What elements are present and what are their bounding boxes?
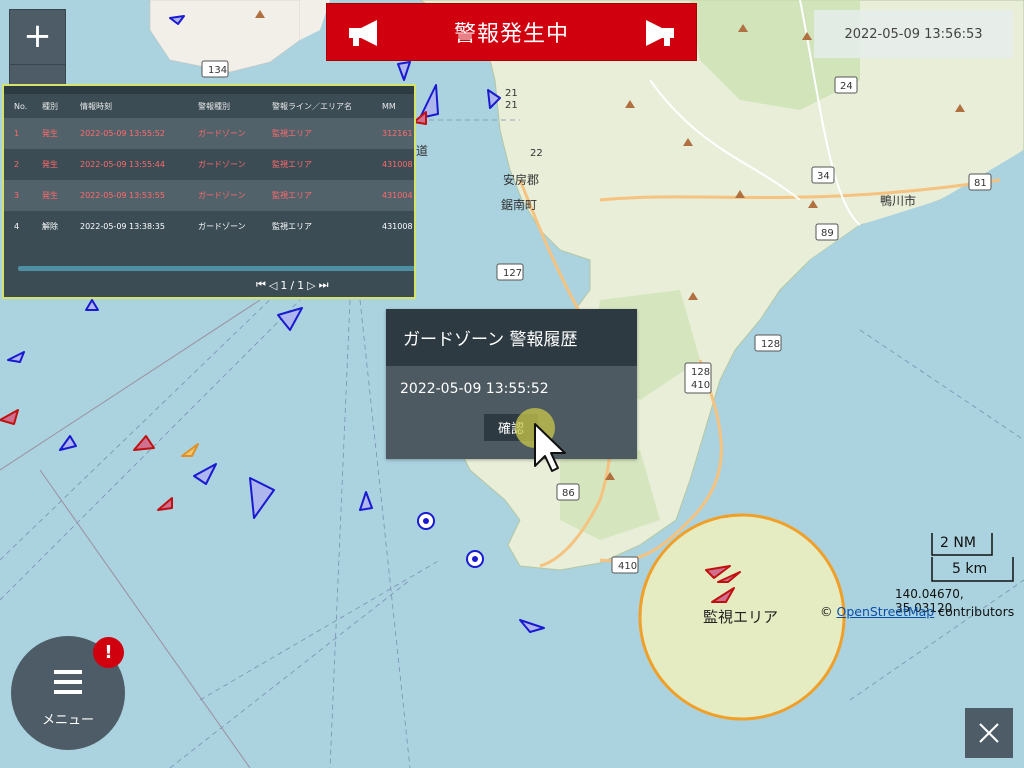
- hamburger-icon: [54, 670, 82, 700]
- road-21a-label: 21: [505, 88, 518, 99]
- megaphone-icon: [646, 20, 674, 46]
- cell-alarm: ガードゾーン: [188, 149, 262, 180]
- menu-alert-badge: !: [93, 637, 124, 668]
- cell-alarm: ガードゾーン: [188, 211, 262, 242]
- scale-km-label: 5 km: [952, 561, 988, 577]
- zoom-in-button[interactable]: +: [9, 9, 66, 66]
- next-page-icon[interactable]: ▷: [307, 279, 315, 292]
- scale-nm-label: 2 NM: [940, 535, 976, 551]
- road-410b-label: 410: [618, 561, 637, 572]
- menu-label: メニュー: [41, 713, 94, 728]
- table-pager: ⏮ ◁ 1 / 1 ▷ ⏭: [256, 278, 328, 292]
- alert-banner: 警報発生中: [327, 4, 696, 60]
- popup-time: 2022-05-09 13:55:52: [400, 381, 549, 397]
- column-header-area[interactable]: 警報ライン／エリア名: [262, 94, 372, 118]
- guard-zone-label: 監視エリア: [703, 608, 779, 626]
- alarm-history-table: No. 種別 情報時刻 警報種別 警報ライン／エリア名 MM 1 発生 2022…: [4, 94, 414, 242]
- road-name-label: 道: [416, 144, 428, 158]
- cell-no: 2: [4, 149, 32, 180]
- alarm-history-panel: No. 種別 情報時刻 警報種別 警報ライン／エリア名 MM 1 発生 2022…: [2, 84, 416, 299]
- cell-time: 2022-05-09 13:55:44: [70, 149, 188, 180]
- town-label-awa: 安房郡: [503, 172, 539, 187]
- road-86-label: 86: [562, 488, 575, 499]
- cell-area: 監視エリア: [262, 118, 372, 149]
- cell-area: 監視エリア: [262, 149, 372, 180]
- current-datetime: 2022-05-09 13:56:53: [814, 10, 1013, 58]
- first-page-icon[interactable]: ⏮: [256, 278, 266, 292]
- road-128a-label: 128: [761, 339, 780, 350]
- cell-type: 発生: [32, 118, 70, 149]
- pager-current: 1: [280, 278, 288, 292]
- openstreetmap-link[interactable]: OpenStreetMap: [836, 604, 934, 619]
- pager-total: 1: [297, 278, 305, 292]
- column-header-mmsi[interactable]: MM: [372, 94, 414, 118]
- road-89-label: 89: [821, 228, 834, 239]
- road-134-label: 134: [208, 65, 227, 76]
- town-label-kyonan: 鋸南町: [501, 197, 537, 212]
- road-410a-label: 410: [691, 380, 710, 391]
- close-button[interactable]: [965, 708, 1013, 758]
- attribution-suffix: contributors: [934, 604, 1015, 619]
- attribution-prefix: ©: [820, 604, 837, 619]
- table-header-row: No. 種別 情報時刻 警報種別 警報ライン／エリア名 MM: [4, 94, 414, 118]
- map-attribution: © OpenStreetMap contributors: [820, 604, 1014, 619]
- guardzone-history-popup: ガードゾーン 警報履歴 2022-05-09 13:55:52 確認: [386, 309, 637, 459]
- prev-page-icon[interactable]: ◁: [269, 279, 277, 292]
- road-127-label: 127: [503, 268, 522, 279]
- cell-mmsi: 431004: [372, 180, 414, 211]
- popup-title: ガードゾーン 警報履歴: [386, 309, 637, 366]
- city-label-kamogawa: 鴨川市: [880, 193, 916, 208]
- pager-separator: /: [290, 278, 295, 292]
- cell-mmsi: 431008: [372, 211, 414, 242]
- column-header-type[interactable]: 種別: [32, 94, 70, 118]
- road-34-label: 34: [817, 171, 830, 182]
- table-row[interactable]: 1 発生 2022-05-09 13:55:52 ガードゾーン 監視エリア 31…: [4, 118, 414, 149]
- cell-no: 3: [4, 180, 32, 211]
- table-row[interactable]: 3 発生 2022-05-09 13:53:55 ガードゾーン 監視エリア 43…: [4, 180, 414, 211]
- last-page-icon[interactable]: ⏭: [319, 278, 329, 292]
- column-header-alarm[interactable]: 警報種別: [188, 94, 262, 118]
- cell-no: 4: [4, 211, 32, 242]
- column-header-time[interactable]: 情報時刻: [70, 94, 188, 118]
- table-row[interactable]: 4 解除 2022-05-09 13:38:35 ガードゾーン 監視エリア 43…: [4, 211, 414, 242]
- cell-alarm: ガードゾーン: [188, 118, 262, 149]
- road-128b-label: 128: [691, 367, 710, 378]
- zoom-out-button[interactable]: [9, 64, 66, 86]
- column-header-no[interactable]: No.: [4, 94, 32, 118]
- cell-time: 2022-05-09 13:53:55: [70, 180, 188, 211]
- cell-time: 2022-05-09 13:55:52: [70, 118, 188, 149]
- road-81-label: 81: [974, 178, 987, 189]
- megaphone-icon: [349, 20, 377, 46]
- alert-banner-text: 警報発生中: [453, 22, 569, 47]
- table-row[interactable]: 2 発生 2022-05-09 13:55:44 ガードゾーン 監視エリア 43…: [4, 149, 414, 180]
- cell-type: 解除: [32, 211, 70, 242]
- road-24-label: 24: [840, 81, 853, 92]
- cell-mmsi: 431008: [372, 149, 414, 180]
- cell-type: 発生: [32, 180, 70, 211]
- road-21b-label: 21: [505, 100, 518, 111]
- horizontal-scrollbar[interactable]: [18, 266, 414, 271]
- cell-area: 監視エリア: [262, 180, 372, 211]
- road-22-label: 22: [530, 148, 543, 159]
- close-icon: [979, 723, 999, 743]
- cell-type: 発生: [32, 149, 70, 180]
- cell-area: 監視エリア: [262, 211, 372, 242]
- cell-time: 2022-05-09 13:38:35: [70, 211, 188, 242]
- cell-no: 1: [4, 118, 32, 149]
- mouse-cursor-icon: [515, 408, 566, 472]
- cell-alarm: ガードゾーン: [188, 180, 262, 211]
- cell-mmsi: 312161: [372, 118, 414, 149]
